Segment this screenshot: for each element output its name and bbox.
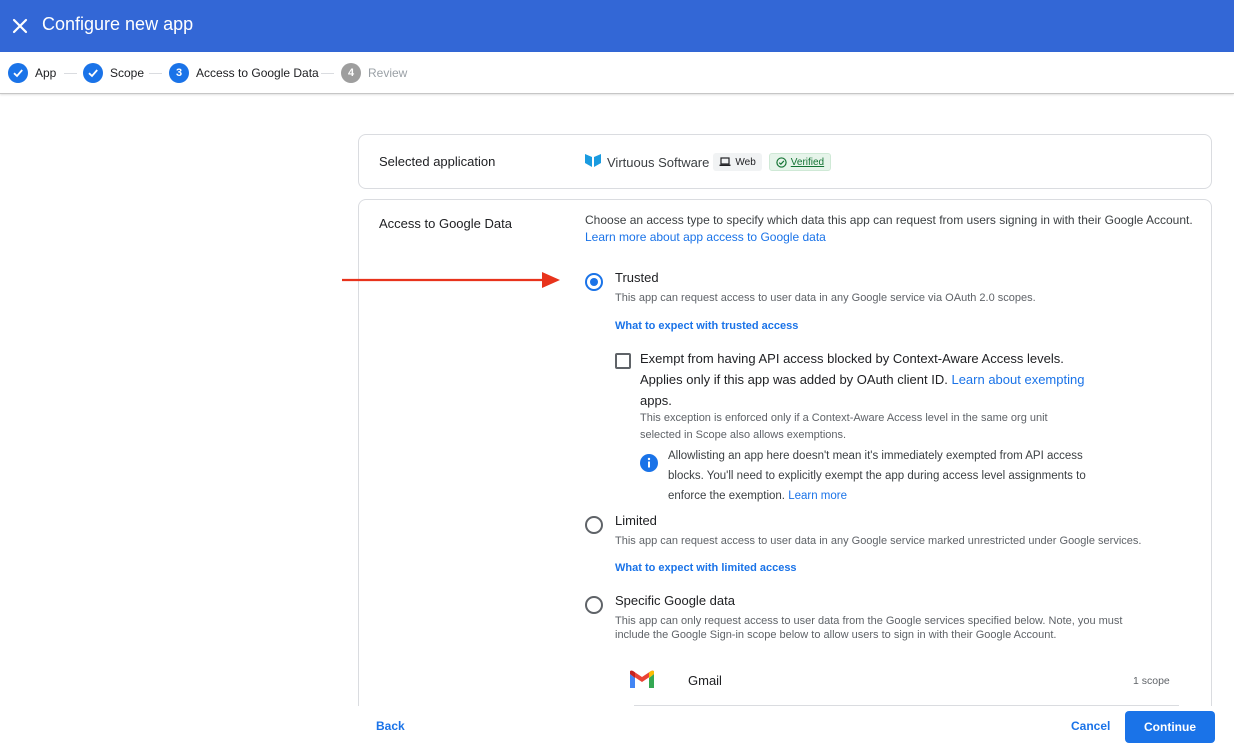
cancel-button[interactable]: Cancel	[1071, 719, 1110, 733]
specific-radio[interactable]	[585, 596, 603, 614]
access-intro: Choose an access type to specify which d…	[585, 213, 1193, 227]
step-number: 3	[169, 63, 189, 83]
step-separator	[321, 73, 334, 74]
info-line-2: blocks. You'll need to explicitly exempt…	[668, 470, 1086, 482]
app-info: Virtuous Software Web Verified	[585, 152, 832, 172]
specific-description-1: This app can only request access to user…	[615, 615, 1123, 627]
laptop-icon	[719, 157, 731, 166]
step-separator	[149, 73, 162, 74]
limited-radio[interactable]	[585, 516, 603, 534]
learn-about-exempting-link[interactable]: Learn about exempting	[951, 372, 1084, 387]
limited-description: This app can request access to user data…	[615, 535, 1142, 547]
app-header: Configure new app	[0, 0, 1234, 52]
continue-button[interactable]: Continue	[1125, 711, 1215, 743]
trusted-description: This app can request access to user data…	[615, 292, 1036, 304]
close-icon[interactable]	[6, 12, 34, 40]
check-circle-icon	[776, 156, 787, 168]
app-type-chip: Web	[713, 153, 762, 171]
info-learn-more-link[interactable]: Learn more	[788, 490, 847, 502]
info-line-3: enforce the exemption. Learn more	[668, 490, 847, 502]
verified-label: Verified	[790, 156, 825, 168]
selected-application-label: Selected application	[379, 154, 496, 169]
specific-description-2: include the Google Sign-in scope below t…	[615, 629, 1057, 641]
check-icon	[83, 63, 103, 83]
step-label: Review	[368, 66, 408, 80]
info-icon	[640, 454, 658, 477]
learn-more-access-link[interactable]: Learn more about app access to Google da…	[585, 230, 826, 244]
info-line-3-text: enforce the exemption.	[668, 490, 785, 502]
exempt-note-2: selected in Scope also allows exemptions…	[640, 429, 847, 441]
info-line-1: Allowlisting an app here doesn't mean it…	[668, 450, 1083, 462]
step-number: 4	[341, 63, 361, 83]
virtuous-logo-icon	[585, 153, 601, 172]
verified-chip: Verified	[768, 153, 832, 171]
exempt-line-2: Applies only if this app was added by OA…	[640, 372, 1084, 387]
app-name: Virtuous Software	[607, 154, 710, 170]
service-name[interactable]: Gmail	[688, 673, 722, 688]
trusted-radio[interactable]	[585, 273, 603, 291]
exempt-line-1: Exempt from having API access blocked by…	[640, 351, 1064, 366]
gmail-icon	[629, 670, 655, 695]
service-scope-count: 1 scope	[1133, 675, 1170, 687]
step-review[interactable]: 4 Review	[341, 63, 407, 83]
step-separator	[64, 73, 77, 74]
step-scope[interactable]: Scope	[83, 63, 144, 83]
check-icon	[8, 63, 28, 83]
annotation-arrow	[340, 270, 562, 295]
step-app[interactable]: App	[8, 63, 56, 83]
step-label: Access to Google Data	[196, 66, 319, 80]
exempt-checkbox[interactable]	[615, 353, 631, 369]
specific-title: Specific Google data	[615, 593, 735, 608]
page-title: Configure new app	[42, 14, 194, 34]
limited-access-link[interactable]: What to expect with limited access	[615, 562, 797, 574]
selected-application-card: Selected application Virtuous Software W…	[358, 134, 1212, 189]
step-access[interactable]: 3 Access to Google Data	[169, 63, 319, 83]
trusted-access-link[interactable]: What to expect with trusted access	[615, 320, 798, 332]
footer-bar: Back Cancel Continue	[0, 706, 1234, 750]
step-label: Scope	[110, 66, 145, 80]
back-button[interactable]: Back	[376, 719, 405, 733]
stepper: App Scope 3 Access to Google Data 4 Revi…	[0, 52, 1234, 94]
exempt-line-2-text: Applies only if this app was added by OA…	[640, 372, 948, 387]
access-label: Access to Google Data	[379, 216, 512, 231]
step-label: App	[35, 66, 57, 80]
limited-title: Limited	[615, 513, 657, 528]
trusted-title: Trusted	[615, 270, 659, 285]
app-type-label: Web	[735, 156, 756, 168]
exempt-note-1: This exception is enforced only if a Con…	[640, 412, 1048, 424]
learn-about-exempting-link-cont[interactable]: apps.	[640, 393, 672, 408]
